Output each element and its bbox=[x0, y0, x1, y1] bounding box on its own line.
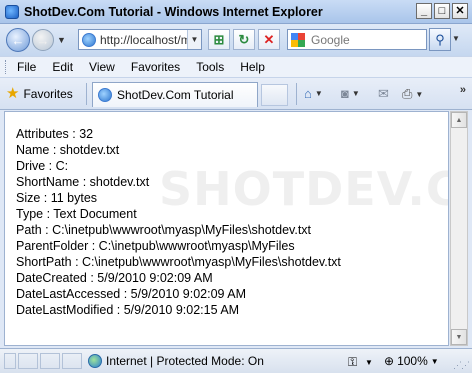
file-properties: Attributes : 32 Name : shotdev.txt Drive… bbox=[16, 126, 341, 318]
home-button[interactable]: ⌂ ▼ bbox=[304, 86, 323, 101]
status-pane bbox=[62, 353, 82, 369]
line-shortpath: ShortPath : C:\inetpub\wwwroot\myasp\MyF… bbox=[16, 255, 341, 269]
window-title: ShotDev.Com Tutorial - Windows Internet … bbox=[24, 4, 323, 19]
back-button[interactable]: ← bbox=[6, 28, 30, 52]
close-button[interactable]: ✕ bbox=[452, 3, 468, 19]
window-controls: _ □ ✕ bbox=[416, 3, 468, 19]
search-options-dropdown[interactable]: ▼ bbox=[452, 34, 460, 43]
scroll-up-button[interactable]: ▲ bbox=[451, 112, 467, 128]
zoom-dropdown[interactable]: ▼ bbox=[431, 357, 439, 366]
title-bar: ShotDev.Com Tutorial - Windows Internet … bbox=[0, 0, 472, 24]
security-icon[interactable]: ⚿ bbox=[348, 355, 357, 370]
line-datecreated: DateCreated : 5/9/2010 9:02:09 AM bbox=[16, 271, 213, 285]
page-content: SHOTDEV.COM Attributes : 32 Name : shotd… bbox=[4, 111, 449, 346]
maximize-button[interactable]: □ bbox=[434, 3, 450, 19]
line-parentfolder: ParentFolder : C:\inetpub\wwwroot\myasp\… bbox=[16, 239, 295, 253]
mail-icon: ✉ bbox=[378, 86, 389, 101]
scroll-down-button[interactable]: ▼ bbox=[451, 329, 467, 345]
menu-edit[interactable]: Edit bbox=[44, 60, 81, 74]
line-type: Type : Text Document bbox=[16, 207, 137, 221]
favorites-bar: ★ Favorites ShotDev.Com Tutorial ⌂ ▼ ◙ ▼ ✉… bbox=[0, 78, 472, 110]
recent-pages-dropdown[interactable]: ▼ bbox=[57, 35, 66, 45]
menu-bar: File Edit View Favorites Tools Help bbox=[0, 56, 472, 78]
favorites-label: Favorites bbox=[23, 86, 73, 101]
mail-button[interactable]: ✉ bbox=[378, 86, 389, 102]
line-shortname: ShortName : shotdev.txt bbox=[16, 175, 150, 189]
status-pane bbox=[18, 353, 38, 369]
address-input[interactable]: http://localhost/m bbox=[100, 33, 188, 47]
new-tab-button[interactable] bbox=[261, 84, 288, 106]
search-button[interactable]: ⚲ bbox=[429, 28, 451, 51]
line-datelastmodified: DateLastModified : 5/9/2010 9:02:15 AM bbox=[16, 303, 240, 317]
menu-tools[interactable]: Tools bbox=[188, 60, 232, 74]
minimize-button[interactable]: _ bbox=[416, 3, 432, 19]
forward-button[interactable]: → bbox=[32, 29, 54, 51]
refresh-button[interactable]: ↻ bbox=[233, 29, 255, 50]
tab-shotdev[interactable]: ShotDev.Com Tutorial bbox=[92, 82, 258, 107]
line-path: Path : C:\inetpub\wwwroot\myasp\MyFiles\… bbox=[16, 223, 312, 237]
stop-button[interactable]: ✕ bbox=[258, 29, 280, 50]
ie-icon bbox=[5, 4, 19, 19]
search-icon: ⚲ bbox=[435, 31, 445, 47]
google-icon bbox=[291, 32, 305, 47]
address-dropdown[interactable]: ▼ bbox=[187, 30, 201, 49]
vertical-scrollbar[interactable]: ▲ ▼ bbox=[450, 111, 468, 346]
home-dropdown[interactable]: ▼ bbox=[315, 89, 323, 98]
line-size: Size : 11 bytes bbox=[16, 191, 98, 205]
menu-view[interactable]: View bbox=[81, 60, 123, 74]
page-icon bbox=[82, 32, 96, 47]
line-drive: Drive : C: bbox=[16, 159, 69, 173]
zoom-control[interactable]: ⊕ 100% ▼ bbox=[384, 354, 439, 368]
menu-help[interactable]: Help bbox=[232, 60, 273, 74]
print-dropdown[interactable]: ▼ bbox=[415, 90, 423, 99]
security-zone[interactable]: Internet | Protected Mode: On bbox=[88, 354, 264, 368]
line-datelastaccessed: DateLastAccessed : 5/9/2010 9:02:09 AM bbox=[16, 287, 247, 301]
security-dropdown[interactable]: ▼ bbox=[365, 358, 373, 367]
print-icon: ⎙ bbox=[402, 86, 413, 101]
status-pane bbox=[40, 353, 60, 369]
zone-label: Internet | Protected Mode: On bbox=[106, 354, 264, 368]
star-icon: ★ bbox=[6, 85, 20, 102]
zoom-level: 100% bbox=[397, 354, 428, 368]
home-icon: ⌂ bbox=[304, 86, 312, 101]
favorites-button[interactable]: ★ Favorites bbox=[6, 86, 73, 101]
print-button[interactable]: ⎙ ▼ bbox=[402, 86, 423, 102]
divider bbox=[86, 83, 87, 105]
status-bar: Internet | Protected Mode: On ⚿ ▼ ⊕ 100%… bbox=[0, 348, 472, 373]
navigation-bar: ← → ▼ http://localhost/m ▼ ⊞ ↻ ✕ Google … bbox=[0, 24, 472, 56]
more-commands-icon[interactable]: » bbox=[460, 84, 466, 96]
forward-icon: → bbox=[36, 32, 50, 48]
feeds-dropdown[interactable]: ▼ bbox=[352, 89, 360, 98]
search-input[interactable]: Google bbox=[311, 33, 350, 47]
feeds-icon: ◙ bbox=[341, 86, 349, 101]
address-bar[interactable]: http://localhost/m ▼ bbox=[78, 29, 202, 50]
resize-grip[interactable]: ⋰⋰ bbox=[453, 360, 470, 371]
stop-icon: ✕ bbox=[263, 31, 275, 47]
line-name: Name : shotdev.txt bbox=[16, 143, 120, 157]
refresh-icon: ↻ bbox=[238, 31, 250, 47]
line-attributes: Attributes : 32 bbox=[16, 127, 94, 141]
compat-view-button[interactable]: ⊞ bbox=[208, 29, 230, 50]
zoom-icon: ⊕ bbox=[384, 354, 395, 368]
compat-icon: ⊞ bbox=[213, 31, 225, 47]
search-box[interactable]: Google bbox=[287, 29, 427, 50]
feeds-button[interactable]: ◙ ▼ bbox=[341, 86, 360, 101]
page-icon bbox=[98, 88, 112, 102]
menu-favorites[interactable]: Favorites bbox=[123, 60, 188, 74]
globe-icon bbox=[88, 354, 102, 368]
tab-label: ShotDev.Com Tutorial bbox=[117, 88, 234, 102]
menu-file[interactable]: File bbox=[8, 60, 44, 74]
divider bbox=[296, 83, 297, 105]
status-pane bbox=[4, 353, 16, 369]
back-icon: ← bbox=[11, 32, 25, 48]
